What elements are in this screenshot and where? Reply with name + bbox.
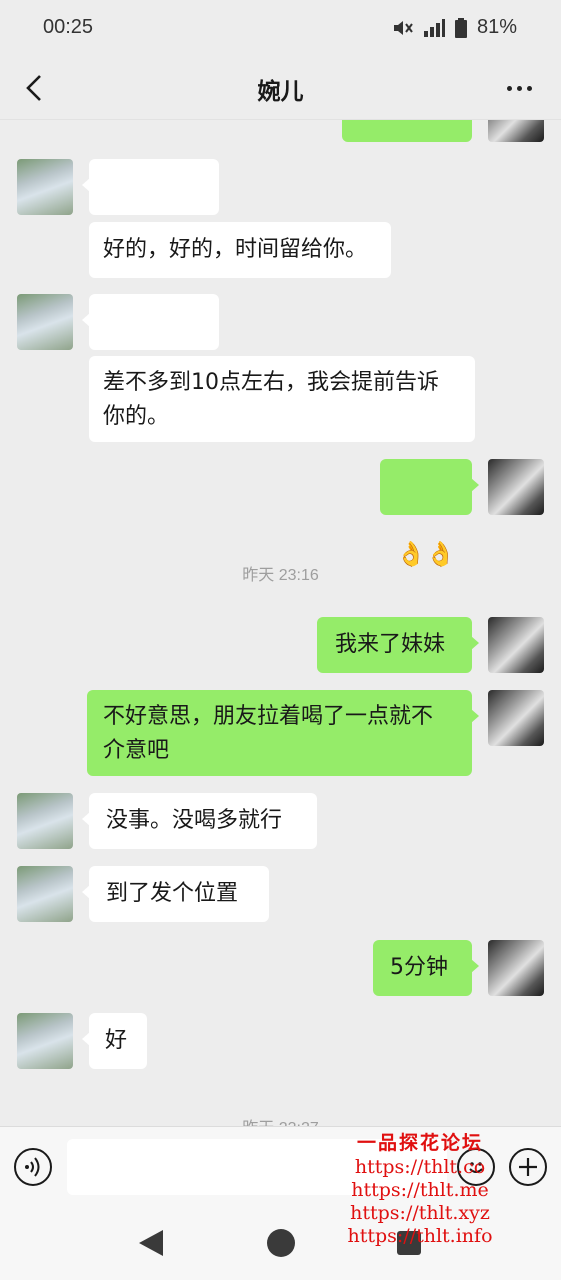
more-options-button[interactable]: [499, 70, 539, 106]
mute-icon: [391, 18, 413, 38]
nav-back-icon[interactable]: [139, 1230, 163, 1256]
message-text[interactable]: 没事。没喝多就行: [82, 793, 317, 849]
voice-wave-icon: [25, 1157, 40, 1177]
contact-avatar[interactable]: [17, 866, 73, 922]
signal-icon: [423, 18, 445, 38]
nav-home-icon[interactable]: [267, 1229, 295, 1257]
message-list[interactable]: 4" 好的，好的，时间留给你。 4" 差不多到10点左右，我会提前告诉 你的。 …: [0, 120, 561, 1126]
my-avatar[interactable]: [488, 940, 544, 996]
contact-avatar[interactable]: [17, 294, 73, 350]
watermark-url: https://thlt.co: [354, 1156, 486, 1178]
watermark-url: https://thlt.me: [351, 1179, 489, 1201]
message-text[interactable]: 5分钟: [373, 940, 479, 996]
message-text[interactable]: 我来了妹妹: [317, 617, 479, 673]
more-icon: [506, 85, 512, 91]
chat-header: 婉儿: [0, 56, 561, 120]
message-text[interactable]: 差不多到10点左右，我会提前告诉 你的。: [89, 356, 475, 442]
emoji-message[interactable]: 👌👌: [380, 459, 479, 568]
status-icons: 81%: [391, 16, 517, 39]
message-text[interactable]: 好的，好的，时间留给你。: [89, 222, 391, 278]
message-text[interactable]: 不好意思，朋友拉着喝了一点就不 介意吧: [87, 690, 479, 776]
more-functions-button[interactable]: [509, 1148, 547, 1186]
battery-icon: [454, 17, 467, 38]
plus-icon: [519, 1158, 537, 1176]
contact-avatar[interactable]: [17, 793, 73, 849]
watermark-title: 一品探花论坛: [356, 1132, 483, 1154]
contact-avatar[interactable]: [17, 159, 73, 215]
my-avatar[interactable]: [488, 617, 544, 673]
timestamp: 昨天 23:16: [242, 567, 319, 584]
voice-message[interactable]: 4": [82, 159, 219, 265]
my-avatar[interactable]: [488, 690, 544, 746]
watermark: 一品探花论坛 https://thlt.co https://thlt.me h…: [340, 1130, 500, 1248]
message-text[interactable]: 到了发个位置: [82, 866, 269, 922]
message-bubble-partial[interactable]: [342, 120, 472, 142]
voice-message[interactable]: 4": [82, 294, 219, 400]
message-text[interactable]: 好: [82, 1013, 147, 1069]
contact-avatar[interactable]: [17, 1013, 73, 1069]
watermark-url: https://thlt.info: [347, 1225, 493, 1247]
my-avatar[interactable]: [488, 120, 544, 142]
status-time: 00:25: [43, 16, 94, 38]
chat-title: 婉儿: [257, 79, 304, 105]
my-avatar[interactable]: [488, 459, 544, 515]
status-bar: 00:25 81%: [0, 0, 561, 56]
battery-level: 81%: [476, 16, 517, 38]
timestamp: 昨天 23:27: [0, 1114, 561, 1126]
voice-input-button[interactable]: [14, 1148, 52, 1186]
watermark-url: https://thlt.xyz: [350, 1202, 490, 1224]
